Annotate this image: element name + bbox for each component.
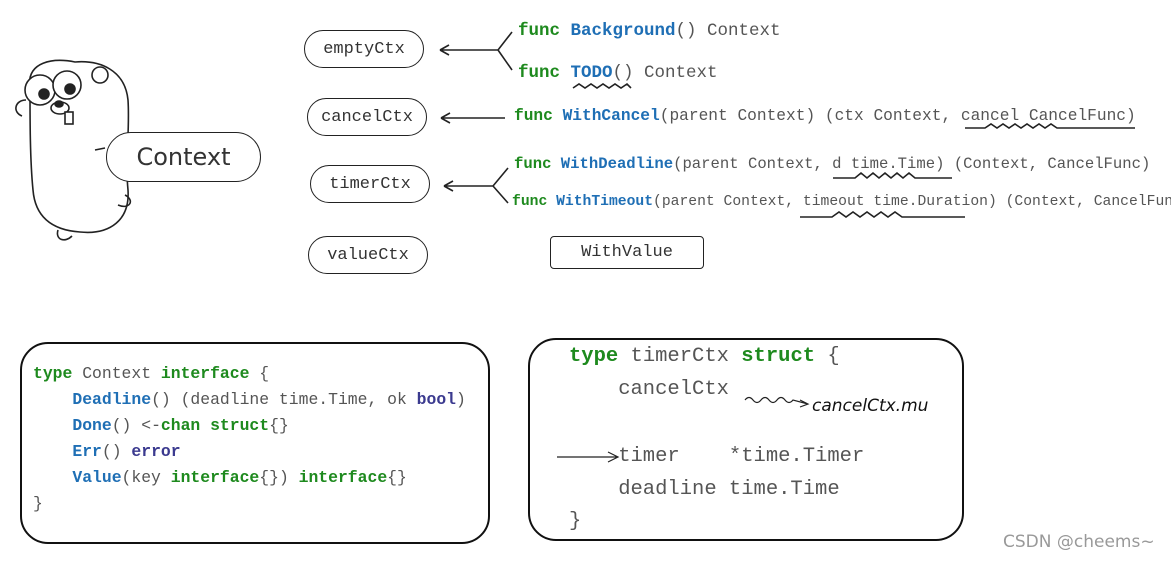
- func-withdeadline: func WithDeadline(parent Context, d time…: [514, 155, 1150, 173]
- code-token: {: [815, 345, 840, 368]
- watermark: CSDN @cheems~: [1003, 532, 1155, 552]
- code-token: Context: [82, 364, 161, 383]
- timer-arrow-fork: [443, 167, 509, 204]
- func-todo: func TODO() Context: [518, 63, 718, 83]
- code-token: {: [249, 364, 270, 383]
- code-token: error: [131, 442, 181, 461]
- code-token: func: [512, 194, 557, 210]
- code-token: (): [101, 442, 132, 461]
- code-line: type timerCtx struct {: [569, 345, 840, 368]
- code-token: Value: [72, 468, 122, 487]
- timerctx-struct-box: [528, 338, 964, 541]
- code-token: (parent Context, timeout time.Duration) …: [653, 194, 1171, 210]
- code-token: (parent Context, d time.Time) (Context, …: [673, 155, 1151, 173]
- func-background: func Background() Context: [518, 21, 781, 41]
- code-token: timerCtx: [630, 345, 742, 368]
- with-value-box: WithValue: [550, 236, 704, 269]
- code-token: func: [514, 155, 561, 173]
- context-diagram: Context emptyCtx cancelCtx timerCtx valu…: [0, 0, 1171, 562]
- struct-valuectx: valueCtx: [308, 236, 428, 274]
- code-line: Deadline() (deadline time.Time, ok bool): [33, 390, 466, 409]
- code-token: WithCancel: [562, 107, 660, 125]
- code-token: deadline time.Time: [569, 478, 840, 501]
- code-line: Value(key interface{}) interface{}: [33, 468, 407, 487]
- code-token: (key: [121, 468, 171, 487]
- code-line: Err() error: [33, 442, 181, 461]
- code-token: Background: [570, 21, 676, 41]
- code-token: interface: [298, 468, 388, 487]
- code-token: interface: [170, 468, 260, 487]
- empty-arrow-fork: [439, 31, 513, 71]
- code-token: timer *time.Timer: [569, 445, 865, 468]
- cancelctx-mu-annotation: cancelCtx.mu: [812, 396, 929, 416]
- code-token: }: [569, 510, 582, 533]
- code-line: type Context interface {: [33, 364, 269, 383]
- cancel-arrow: [440, 112, 505, 124]
- code-line: timer *time.Timer: [569, 445, 864, 468]
- code-token: (parent Context) (ctx Context, cancel Ca…: [659, 107, 1136, 125]
- func-withcancel: func WithCancel(parent Context) (ctx Con…: [514, 107, 1136, 125]
- code-token: Deadline: [72, 390, 152, 409]
- code-line: cancelCtx: [569, 378, 729, 401]
- code-token: {}: [387, 468, 407, 487]
- code-line: }: [569, 510, 581, 533]
- code-token: chan struct: [160, 416, 270, 435]
- code-token: {}): [259, 468, 299, 487]
- code-token: () (deadline time.Time, ok: [151, 390, 417, 409]
- code-token: func: [518, 21, 571, 41]
- code-token: struct: [741, 345, 816, 368]
- code-token: }: [33, 494, 43, 513]
- struct-timerctx: timerCtx: [310, 165, 430, 203]
- code-token: WithTimeout: [556, 194, 654, 210]
- code-token: Done: [72, 416, 112, 435]
- code-token: WithDeadline: [560, 155, 674, 173]
- code-token: func: [514, 107, 563, 125]
- code-token: cancelCtx: [569, 378, 729, 401]
- code-token: Err: [72, 442, 102, 461]
- context-label: Context: [106, 132, 261, 182]
- code-token: () Context: [675, 21, 781, 41]
- code-line: }: [33, 494, 43, 513]
- code-token: ): [456, 390, 466, 409]
- struct-emptyctx: emptyCtx: [304, 30, 424, 68]
- todo-underline: [572, 82, 632, 89]
- code-token: type: [33, 364, 83, 383]
- code-token: interface: [160, 364, 250, 383]
- code-token: () <-: [111, 416, 161, 435]
- code-token: TODO: [570, 63, 613, 83]
- code-token: type: [569, 345, 631, 368]
- code-token: func: [518, 63, 571, 83]
- code-token: bool: [416, 390, 456, 409]
- code-token: () Context: [612, 63, 718, 83]
- func-withtimeout: func WithTimeout(parent Context, timeout…: [512, 194, 1171, 210]
- timeout-underline: [800, 211, 965, 218]
- deadline-underline: [833, 171, 952, 180]
- code-token: {}: [269, 416, 289, 435]
- struct-cancelctx: cancelCtx: [307, 98, 427, 136]
- code-line: deadline time.Time: [569, 478, 840, 501]
- code-line: Done() <-chan struct{}: [33, 416, 289, 435]
